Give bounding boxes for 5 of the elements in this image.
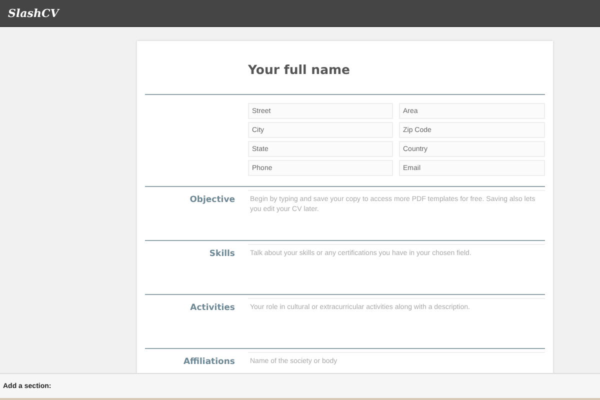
section-label: Activities bbox=[189, 302, 235, 314]
section-label: Objective bbox=[188, 194, 235, 206]
section-label: Skills bbox=[208, 248, 235, 260]
section-label: Affiliations bbox=[182, 356, 235, 368]
logo[interactable]: SlashCV bbox=[8, 6, 59, 20]
